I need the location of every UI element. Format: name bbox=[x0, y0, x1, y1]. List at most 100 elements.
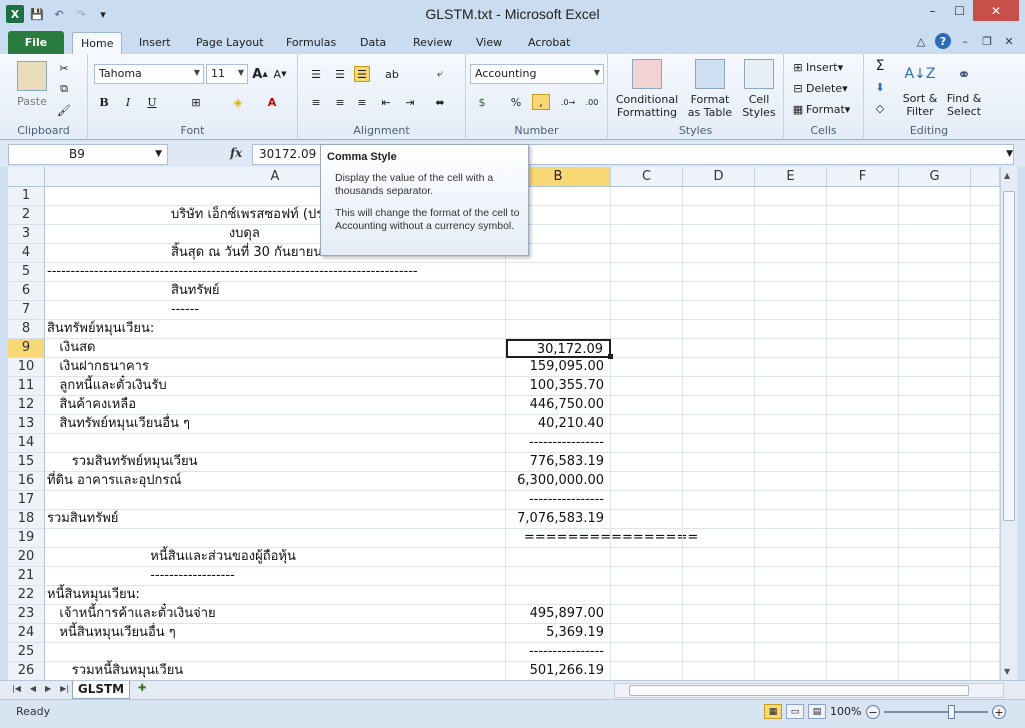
cell-g[interactable] bbox=[899, 263, 971, 282]
normal-view-icon[interactable]: ▦ bbox=[764, 704, 782, 719]
cell-b[interactable] bbox=[506, 282, 611, 301]
cell-g[interactable] bbox=[899, 301, 971, 320]
cell-e[interactable] bbox=[755, 472, 827, 491]
cell-e[interactable] bbox=[755, 434, 827, 453]
column-header-h[interactable] bbox=[971, 167, 1000, 187]
accounting-format-icon[interactable]: $ bbox=[474, 94, 490, 110]
cell-h[interactable] bbox=[971, 586, 1000, 605]
paste-button[interactable]: Paste bbox=[14, 58, 50, 110]
cell-d[interactable] bbox=[683, 320, 755, 339]
number-format-combo[interactable]: Accounting ▼ bbox=[470, 64, 604, 84]
cell-f[interactable] bbox=[827, 396, 899, 415]
decrease-decimal-icon[interactable]: .00 bbox=[584, 94, 600, 110]
cell-h[interactable] bbox=[971, 567, 1000, 586]
workbook-restore-icon[interactable]: ❐ bbox=[979, 33, 995, 49]
cell-h[interactable] bbox=[971, 548, 1000, 567]
cell-b[interactable]: 501,266.19 bbox=[506, 662, 611, 680]
cell-a[interactable]: หนี้สินหมุนเวียน: bbox=[45, 586, 506, 605]
cell-g[interactable] bbox=[899, 282, 971, 301]
cell-c[interactable] bbox=[611, 605, 683, 624]
cell-c[interactable] bbox=[611, 225, 683, 244]
workbook-minimize-icon[interactable]: – bbox=[957, 33, 973, 49]
cell-h[interactable] bbox=[971, 529, 1000, 548]
page-layout-view-icon[interactable]: ▭ bbox=[786, 704, 804, 719]
cell-a[interactable]: เงินฝากธนาคาร bbox=[45, 358, 506, 377]
cell-f[interactable] bbox=[827, 415, 899, 434]
cell-f[interactable] bbox=[827, 263, 899, 282]
zoom-knob[interactable] bbox=[948, 705, 955, 719]
increase-indent-icon[interactable]: ⇥ bbox=[402, 94, 418, 110]
column-header-c[interactable]: C bbox=[611, 167, 683, 187]
row-header[interactable]: 13 bbox=[8, 415, 45, 434]
cell-c[interactable] bbox=[611, 301, 683, 320]
cell-c[interactable] bbox=[611, 434, 683, 453]
cell-g[interactable] bbox=[899, 434, 971, 453]
cell-g[interactable] bbox=[899, 206, 971, 225]
cell-c[interactable] bbox=[611, 567, 683, 586]
cell-e[interactable] bbox=[755, 643, 827, 662]
cell-a[interactable]: หนี้สินหมุนเวียนอื่น ๆ bbox=[45, 624, 506, 643]
insert-function-icon[interactable]: fx bbox=[230, 146, 242, 160]
cell-e[interactable] bbox=[755, 529, 827, 548]
horizontal-scroll-thumb[interactable] bbox=[629, 685, 969, 696]
tab-review[interactable]: Review bbox=[405, 32, 460, 54]
row-header[interactable]: 26 bbox=[8, 662, 45, 680]
cell-g[interactable] bbox=[899, 662, 971, 680]
align-right-icon[interactable]: ≡ bbox=[354, 94, 370, 110]
row-header[interactable]: 4 bbox=[8, 244, 45, 263]
cell-e[interactable] bbox=[755, 567, 827, 586]
cell-d[interactable] bbox=[683, 529, 755, 548]
clear-icon[interactable]: ◇ bbox=[872, 100, 888, 116]
cell-d[interactable] bbox=[683, 187, 755, 206]
cell-a[interactable]: เจ้าหนี้การค้าและตั๋วเงินจ่าย bbox=[45, 605, 506, 624]
cell-b[interactable]: 495,897.00 bbox=[506, 605, 611, 624]
cell-g[interactable] bbox=[899, 567, 971, 586]
help-icon[interactable]: ? bbox=[935, 33, 951, 49]
cell-e[interactable] bbox=[755, 282, 827, 301]
cell-e[interactable] bbox=[755, 605, 827, 624]
tab-view[interactable]: View bbox=[468, 32, 510, 54]
tab-acrobat[interactable]: Acrobat bbox=[520, 32, 578, 54]
insert-sheet-icon[interactable]: ✚ bbox=[138, 683, 154, 697]
cell-e[interactable] bbox=[755, 263, 827, 282]
cell-e[interactable] bbox=[755, 662, 827, 680]
cell-d[interactable] bbox=[683, 225, 755, 244]
cell-b[interactable]: 446,750.00 bbox=[506, 396, 611, 415]
cell-g[interactable] bbox=[899, 415, 971, 434]
align-top-icon[interactable]: ☰ bbox=[308, 66, 324, 82]
cell-f[interactable] bbox=[827, 187, 899, 206]
font-color-icon[interactable]: A bbox=[264, 94, 280, 110]
wrap-text-icon[interactable]: ⤶ bbox=[432, 66, 448, 82]
row-header[interactable]: 21 bbox=[8, 567, 45, 586]
cell-e[interactable] bbox=[755, 244, 827, 263]
cell-g[interactable] bbox=[899, 491, 971, 510]
scroll-down-icon[interactable]: ▼ bbox=[1004, 667, 1010, 676]
row-header[interactable]: 12 bbox=[8, 396, 45, 415]
comma-style-button[interactable]: , bbox=[532, 94, 550, 110]
cell-g[interactable] bbox=[899, 586, 971, 605]
sheet-tab-glstm[interactable]: GLSTM bbox=[72, 681, 130, 699]
cell-e[interactable] bbox=[755, 548, 827, 567]
cell-b[interactable]: 5,369.19 bbox=[506, 624, 611, 643]
shrink-font-icon[interactable]: A ▼ bbox=[272, 66, 288, 82]
autosum-icon[interactable]: Σ bbox=[872, 58, 888, 74]
expand-formula-bar-icon[interactable]: ▼ bbox=[1006, 149, 1013, 159]
cell-d[interactable] bbox=[683, 643, 755, 662]
row-header[interactable]: 18 bbox=[8, 510, 45, 529]
cell-c[interactable] bbox=[611, 453, 683, 472]
cell-a[interactable]: รวมสินทรัพย์ bbox=[45, 510, 506, 529]
tab-page-layout[interactable]: Page Layout bbox=[188, 32, 272, 54]
cell-g[interactable] bbox=[899, 339, 971, 358]
cell-g[interactable] bbox=[899, 453, 971, 472]
cell-d[interactable] bbox=[683, 510, 755, 529]
cell-a[interactable]: สินทรัพย์หมุนเวียน: bbox=[45, 320, 506, 339]
cell-b[interactable]: ---------------- bbox=[506, 491, 611, 510]
cell-c[interactable] bbox=[611, 548, 683, 567]
cell-d[interactable] bbox=[683, 377, 755, 396]
cell-b[interactable]: ================ bbox=[506, 529, 698, 548]
minimize-button[interactable]: – bbox=[919, 0, 946, 21]
last-sheet-icon[interactable]: ▶| bbox=[60, 684, 69, 693]
italic-button[interactable]: I bbox=[120, 94, 136, 110]
cell-f[interactable] bbox=[827, 491, 899, 510]
cell-b[interactable]: 776,583.19 bbox=[506, 453, 611, 472]
